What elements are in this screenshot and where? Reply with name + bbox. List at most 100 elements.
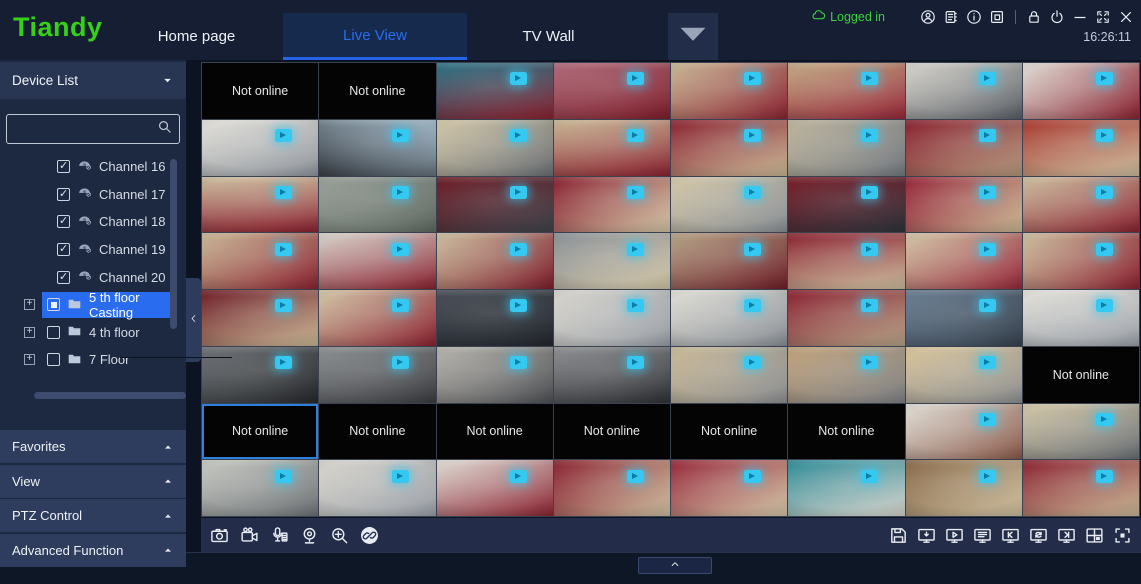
camera-tile[interactable] (671, 290, 787, 346)
camera-tile[interactable] (1023, 460, 1139, 516)
user-circle-icon[interactable] (920, 9, 936, 25)
channel-checkbox[interactable] (57, 215, 70, 228)
camera-tile[interactable] (319, 347, 435, 403)
channel-checkbox[interactable] (57, 243, 70, 256)
camera-tile[interactable] (554, 63, 670, 119)
camera-tile[interactable] (202, 460, 318, 516)
camera-tile[interactable] (1023, 120, 1139, 176)
camera-tile[interactable] (202, 233, 318, 289)
camera-tile[interactable] (319, 120, 435, 176)
link-icon[interactable] (360, 526, 379, 545)
talk-icon[interactable] (270, 526, 289, 545)
camera-tile[interactable] (788, 177, 904, 233)
camera-tile[interactable] (554, 460, 670, 516)
info-icon[interactable] (966, 9, 982, 25)
monitor-list-icon[interactable] (973, 526, 992, 545)
folder-row[interactable]: 7 Floor (42, 347, 173, 373)
camera-tile[interactable] (554, 290, 670, 346)
device-list-header[interactable]: Device List (0, 62, 186, 99)
tab-tv-wall[interactable]: TV Wall (467, 13, 630, 60)
search-input[interactable] (14, 122, 157, 137)
tree-item-folder[interactable]: +4 th floor (0, 319, 186, 347)
expand-panel-button[interactable] (638, 557, 712, 574)
monitor-cycle-icon[interactable] (1029, 526, 1048, 545)
camera-tile[interactable] (788, 290, 904, 346)
tree-item-folder[interactable]: +5 th floor Casting (0, 291, 186, 319)
minimize-icon[interactable] (1072, 9, 1088, 25)
folder-row[interactable]: 5 th floor Casting (42, 292, 173, 318)
camera-tile[interactable] (554, 347, 670, 403)
camera-tile[interactable] (202, 120, 318, 176)
camera-tile[interactable] (671, 63, 787, 119)
camera-tile[interactable] (1023, 177, 1139, 233)
camera-tile[interactable] (906, 63, 1022, 119)
camera-tile[interactable] (437, 233, 553, 289)
offline-tile[interactable]: Not online (202, 63, 318, 119)
sidebar-section-ptz-control[interactable]: PTZ Control (0, 499, 186, 532)
tree-item-channel[interactable]: Channel 20 (0, 263, 186, 291)
monitor-down-icon[interactable] (917, 526, 936, 545)
tree-item-channel[interactable]: Channel 16 (0, 153, 186, 181)
camera-tile[interactable] (437, 177, 553, 233)
camera-tile[interactable] (437, 290, 553, 346)
power-icon[interactable] (1049, 9, 1065, 25)
camera-tile[interactable] (671, 347, 787, 403)
tree-item-folder[interactable]: +7 Floor (0, 346, 186, 374)
offline-tile[interactable]: Not online (319, 404, 435, 460)
offline-tile[interactable]: Not online (319, 63, 435, 119)
tree-horizontal-scrollbar[interactable] (34, 392, 186, 399)
camera-tile[interactable] (437, 347, 553, 403)
camera-tile[interactable] (554, 120, 670, 176)
camera-tile[interactable] (788, 347, 904, 403)
expand-plus-icon[interactable]: + (24, 299, 35, 310)
local-camera-icon[interactable] (300, 526, 319, 545)
camera-tile[interactable] (788, 63, 904, 119)
channel-checkbox[interactable] (57, 160, 70, 173)
tree-item-channel[interactable]: Channel 19 (0, 236, 186, 264)
tree-vertical-scrollbar[interactable] (170, 159, 177, 329)
camera-tile[interactable] (788, 120, 904, 176)
tab-live-view[interactable]: Live View (283, 13, 467, 60)
lock-icon[interactable] (1026, 9, 1042, 25)
camera-tile[interactable] (906, 120, 1022, 176)
camera-tile[interactable] (906, 404, 1022, 460)
sidebar-collapse-handle[interactable] (186, 278, 201, 362)
camera-tile[interactable] (319, 460, 435, 516)
monitor-next-icon[interactable] (1057, 526, 1076, 545)
snapshot-icon[interactable] (210, 526, 229, 545)
camera-tile[interactable] (1023, 404, 1139, 460)
camera-tile[interactable] (202, 290, 318, 346)
folder-checkbox[interactable] (47, 326, 60, 339)
app-window-icon[interactable] (989, 9, 1005, 25)
offline-tile[interactable]: Not online (788, 404, 904, 460)
camera-tile[interactable] (906, 347, 1022, 403)
save-view-icon[interactable] (889, 526, 908, 545)
offline-tile[interactable]: Not online (554, 404, 670, 460)
fullscreen-view-icon[interactable] (1113, 526, 1132, 545)
camera-tile[interactable] (437, 63, 553, 119)
offline-tile[interactable]: Not online (437, 404, 553, 460)
camera-tile[interactable] (906, 233, 1022, 289)
sidebar-section-view[interactable]: View (0, 465, 186, 498)
tree-item-channel[interactable]: Channel 17 (0, 181, 186, 209)
monitor-play-icon[interactable] (945, 526, 964, 545)
camera-tile[interactable] (671, 460, 787, 516)
camera-tile[interactable] (319, 290, 435, 346)
record-icon[interactable] (240, 526, 259, 545)
event-log-icon[interactable] (943, 9, 959, 25)
camera-tile[interactable] (1023, 63, 1139, 119)
camera-tile[interactable] (906, 177, 1022, 233)
camera-tile[interactable] (788, 233, 904, 289)
camera-tile[interactable] (788, 460, 904, 516)
expand-plus-icon[interactable]: + (24, 327, 35, 338)
fullscreen-icon[interactable] (1095, 9, 1111, 25)
folder-checkbox[interactable] (47, 353, 60, 366)
camera-tile[interactable] (319, 177, 435, 233)
camera-tile[interactable] (906, 290, 1022, 346)
digital-zoom-icon[interactable] (330, 526, 349, 545)
camera-tile[interactable] (671, 120, 787, 176)
tree-item-channel[interactable]: Channel 18 (0, 208, 186, 236)
offline-tile[interactable]: Not online (1023, 347, 1139, 403)
camera-tile[interactable] (1023, 233, 1139, 289)
camera-tile[interactable] (671, 177, 787, 233)
